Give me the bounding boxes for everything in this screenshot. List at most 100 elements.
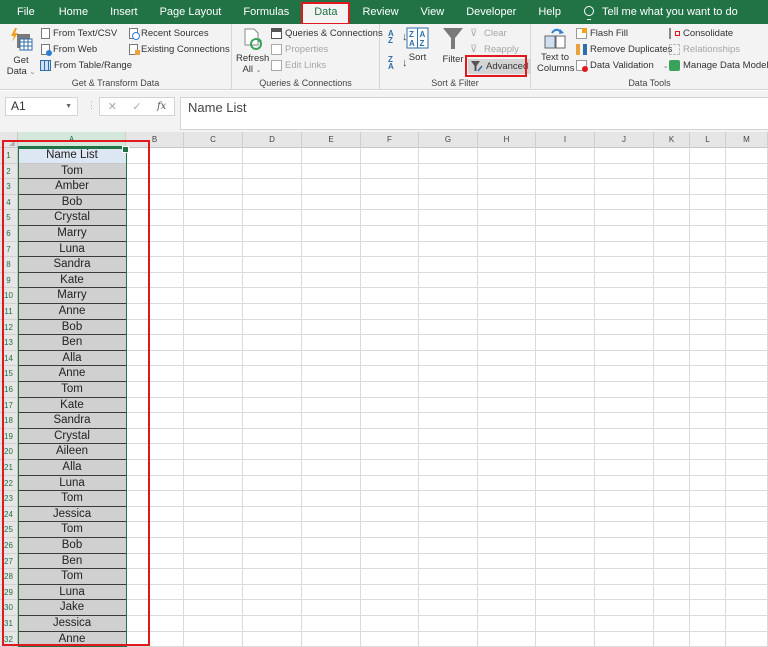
empty-cell[interactable] [536, 210, 595, 226]
empty-cell[interactable] [126, 631, 184, 647]
empty-cell[interactable] [419, 366, 478, 382]
empty-cell[interactable] [243, 600, 302, 616]
empty-cell[interactable] [126, 226, 184, 242]
empty-cell[interactable] [654, 179, 690, 195]
row-header[interactable]: 26 [0, 538, 18, 554]
empty-cell[interactable] [478, 506, 536, 523]
consolidate-button[interactable]: Consolidate [669, 28, 733, 39]
empty-cell[interactable] [654, 241, 690, 258]
empty-cell[interactable] [595, 335, 654, 351]
empty-cell[interactable] [126, 522, 184, 538]
empty-cell[interactable] [595, 413, 654, 429]
empty-cell[interactable] [536, 382, 595, 398]
empty-cell[interactable] [595, 616, 654, 632]
row-header[interactable]: 28 [0, 569, 18, 585]
sort-button[interactable]: Z A A Z Sort [405, 27, 430, 63]
empty-cell[interactable] [361, 350, 419, 367]
empty-cell[interactable] [361, 335, 419, 351]
empty-cell[interactable] [302, 522, 361, 538]
empty-cell[interactable] [126, 179, 184, 195]
resize-handle[interactable]: ⋮ [87, 100, 96, 111]
empty-cell[interactable] [595, 397, 654, 414]
empty-cell[interactable] [361, 397, 419, 414]
empty-cell[interactable] [243, 569, 302, 585]
empty-cell[interactable] [478, 226, 536, 242]
empty-cell[interactable] [595, 350, 654, 367]
empty-cell[interactable] [595, 631, 654, 647]
refresh-all-button[interactable]: Refresh All ⌄ [236, 28, 269, 76]
empty-cell[interactable] [478, 272, 536, 289]
empty-cell[interactable] [302, 491, 361, 507]
empty-cell[interactable] [654, 304, 690, 320]
empty-cell[interactable] [302, 350, 361, 367]
empty-cell[interactable] [126, 241, 184, 258]
empty-cell[interactable] [302, 584, 361, 601]
empty-cell[interactable] [654, 444, 690, 460]
chevron-down-icon[interactable]: ▼ [65, 98, 72, 115]
empty-cell[interactable] [361, 428, 419, 445]
empty-cell[interactable] [726, 616, 768, 632]
row-header[interactable]: 6 [0, 226, 18, 242]
empty-cell[interactable] [243, 366, 302, 382]
empty-cell[interactable] [690, 475, 726, 492]
empty-cell[interactable] [361, 226, 419, 242]
empty-cell[interactable] [184, 194, 243, 211]
empty-cell[interactable] [690, 288, 726, 304]
empty-cell[interactable] [126, 413, 184, 429]
row-header[interactable]: 21 [0, 460, 18, 476]
empty-cell[interactable] [478, 631, 536, 647]
empty-cell[interactable] [690, 226, 726, 242]
empty-cell[interactable] [536, 226, 595, 242]
empty-cell[interactable] [419, 241, 478, 258]
tab-insert[interactable]: Insert [99, 0, 149, 24]
empty-cell[interactable] [595, 226, 654, 242]
empty-cell[interactable] [243, 538, 302, 554]
empty-cell[interactable] [654, 569, 690, 585]
empty-cell[interactable] [184, 569, 243, 585]
row-header[interactable]: 2 [0, 163, 18, 180]
empty-cell[interactable] [126, 382, 184, 398]
empty-cell[interactable] [243, 413, 302, 429]
empty-cell[interactable] [595, 288, 654, 304]
empty-cell[interactable] [478, 538, 536, 554]
empty-cell[interactable] [536, 616, 595, 632]
empty-cell[interactable] [302, 163, 361, 180]
empty-cell[interactable] [243, 350, 302, 367]
empty-cell[interactable] [243, 210, 302, 226]
empty-cell[interactable] [536, 288, 595, 304]
empty-cell[interactable] [726, 460, 768, 476]
cell-name[interactable]: Jessica [18, 616, 126, 632]
empty-cell[interactable] [536, 506, 595, 523]
empty-cell[interactable] [690, 522, 726, 538]
cell-name[interactable]: Luna [18, 584, 126, 601]
empty-cell[interactable] [690, 163, 726, 180]
empty-cell[interactable] [654, 210, 690, 226]
flash-fill-button[interactable]: Flash Fill [576, 28, 628, 39]
empty-cell[interactable] [595, 522, 654, 538]
empty-cell[interactable] [184, 319, 243, 336]
empty-cell[interactable] [690, 210, 726, 226]
empty-cell[interactable] [726, 272, 768, 289]
empty-cell[interactable] [184, 179, 243, 195]
empty-cell[interactable] [726, 179, 768, 195]
empty-cell[interactable] [419, 335, 478, 351]
from-table-range-button[interactable]: From Table/Range [40, 60, 132, 71]
empty-cell[interactable] [690, 491, 726, 507]
empty-cell[interactable] [361, 460, 419, 476]
empty-cell[interactable] [419, 616, 478, 632]
row-header[interactable]: 4 [0, 194, 18, 211]
empty-cell[interactable] [361, 413, 419, 429]
empty-cell[interactable] [690, 444, 726, 460]
empty-cell[interactable] [726, 163, 768, 180]
empty-cell[interactable] [302, 569, 361, 585]
empty-cell[interactable] [302, 428, 361, 445]
empty-cell[interactable] [690, 553, 726, 570]
cell-name[interactable]: Bob [18, 538, 126, 554]
empty-cell[interactable] [361, 272, 419, 289]
empty-cell[interactable] [243, 553, 302, 570]
empty-cell[interactable] [126, 350, 184, 367]
empty-cell[interactable] [536, 444, 595, 460]
empty-cell[interactable] [243, 631, 302, 647]
empty-cell[interactable] [690, 148, 726, 164]
empty-cell[interactable] [302, 631, 361, 647]
